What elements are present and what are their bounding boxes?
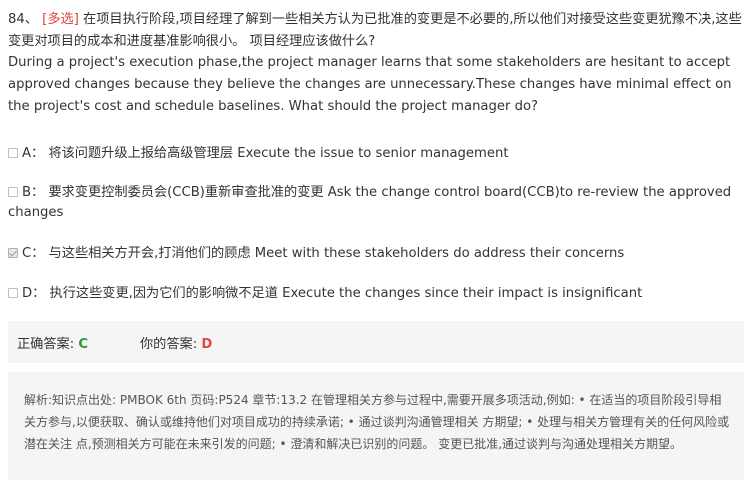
question-number: 84、 <box>8 12 38 27</box>
question-text-en: During a project's execution phase,the p… <box>8 55 732 114</box>
option-a-text: 将该问题升级上报给高级管理层 Execute the issue to seni… <box>48 146 509 161</box>
option-a[interactable]: A： 将该问题升级上报给高级管理层 Execute the issue to s… <box>8 144 744 164</box>
user-answer-label: 你的答案: <box>140 337 198 352</box>
option-d-label: D： <box>22 286 46 301</box>
option-c-checkbox[interactable] <box>8 248 18 258</box>
option-b-label: B： <box>22 185 45 200</box>
correct-answer-value: C <box>78 337 89 352</box>
option-c[interactable]: C： 与这些相关方开会,打消他们的顾虑 Meet with these stak… <box>8 244 744 264</box>
user-answer: 你的答案: D <box>140 333 212 352</box>
question-type-tag: [多选] <box>42 12 79 27</box>
option-a-label: A： <box>22 146 45 161</box>
option-d-checkbox[interactable] <box>8 288 18 298</box>
explanation-panel: 解析:知识点出处: PMBOK 6th 页码:P524 章节:13.2 在管理相… <box>8 372 744 480</box>
option-b-text: 要求变更控制委员会(CCB)重新审查批准的变更 Ask the change c… <box>8 185 732 220</box>
user-answer-value: D <box>201 337 213 352</box>
correct-answer: 正确答案: C <box>17 333 88 352</box>
option-b-checkbox[interactable] <box>8 187 18 197</box>
correct-answer-label: 正确答案: <box>17 337 75 352</box>
question-text-cn: 在项目执行阶段,项目经理了解到一些相关方认为已批准的变更是不必要的,所以他们对接… <box>8 12 742 49</box>
option-a-checkbox[interactable] <box>8 148 18 158</box>
answer-summary: 正确答案: C 你的答案: D <box>8 321 744 363</box>
question-text: 84、 [多选] 在项目执行阶段,项目经理了解到一些相关方认为已批准的变更是不必… <box>8 9 744 118</box>
option-d[interactable]: D： 执行这些变更,因为它们的影响微不足道 Execute the change… <box>8 284 744 304</box>
option-d-text: 执行这些变更,因为它们的影响微不足道 Execute the changes s… <box>49 286 643 301</box>
option-c-label: C： <box>22 246 45 261</box>
explanation-text: 解析:知识点出处: PMBOK 6th 页码:P524 章节:13.2 在管理相… <box>24 393 730 451</box>
option-c-text: 与这些相关方开会,打消他们的顾虑 Meet with these stakeho… <box>48 246 625 261</box>
option-b[interactable]: B： 要求变更控制委员会(CCB)重新审查批准的变更 Ask the chang… <box>8 183 744 223</box>
